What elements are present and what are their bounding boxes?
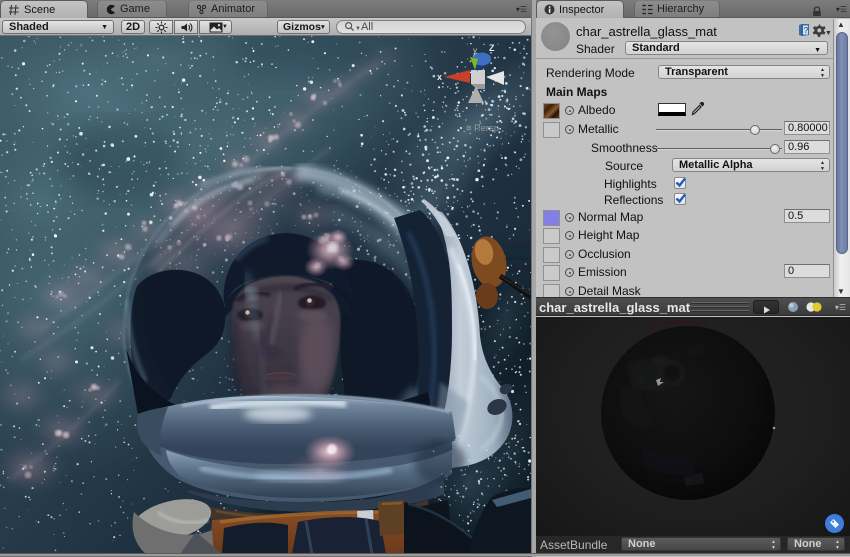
svg-text:x: x [437, 72, 442, 82]
svg-text:Z: Z [489, 43, 495, 53]
svg-text:y: y [473, 46, 477, 55]
svg-text:?: ? [804, 26, 809, 35]
svg-text:≡ Persp: ≡ Persp [466, 123, 499, 134]
